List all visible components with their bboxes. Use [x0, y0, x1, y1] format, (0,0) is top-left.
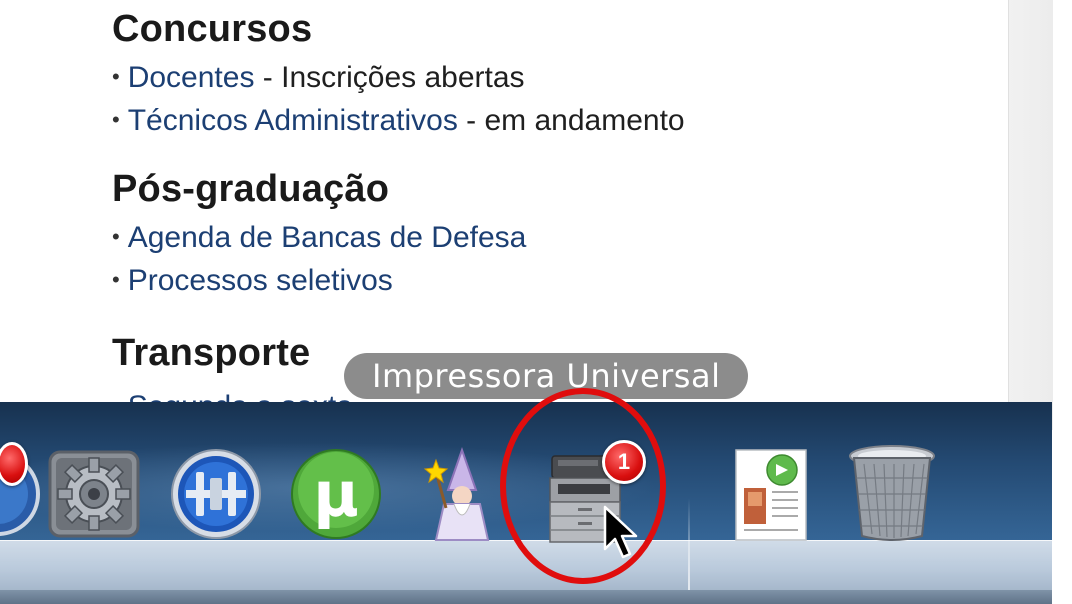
section-pos-graduacao: Pós-graduação • Agenda de Bancas de Defes…	[112, 168, 526, 303]
list-item: • Docentes - Inscrições abertas	[112, 57, 685, 100]
list-item: • Técnicos Administrativos - em andamento	[112, 100, 685, 143]
gear-icon	[48, 450, 140, 538]
link-processos-seletivos[interactable]: Processos seletivos	[128, 264, 393, 297]
item-status: - Inscrições abertas	[254, 61, 525, 94]
mouse-cursor-icon	[602, 505, 642, 566]
dock-item-trash[interactable]	[842, 442, 942, 542]
network-utility-icon	[171, 449, 261, 539]
bullet: •	[112, 107, 120, 133]
dock-item-network-utility[interactable]	[166, 442, 266, 542]
section-concursos: Concursos • Docentes - Inscrições abertas…	[112, 8, 685, 143]
section-title: Transporte	[112, 332, 311, 374]
dock-item-document[interactable]	[722, 442, 822, 542]
link-agenda-bancas[interactable]: Agenda de Bancas de Defesa	[128, 221, 527, 254]
document-icon	[735, 449, 807, 541]
dock: µ	[0, 402, 1052, 604]
dock-tooltip: Impressora Universal	[344, 353, 749, 399]
trash-icon	[849, 445, 935, 541]
section-title: Pós-graduação	[112, 168, 390, 210]
svg-text:µ: µ	[313, 458, 359, 531]
bullet: •	[112, 224, 120, 250]
list-item: • Agenda de Bancas de Defesa	[112, 217, 526, 260]
dock-shelf	[0, 540, 1052, 591]
link-list: • Agenda de Bancas de Defesa • Processos s…	[112, 217, 526, 303]
right-panel	[1008, 0, 1053, 430]
dock-shelf-edge	[0, 590, 1052, 604]
section-transporte: Transporte	[112, 332, 310, 375]
link-docentes[interactable]: Docentes	[128, 61, 255, 94]
section-title: Concursos	[112, 8, 313, 50]
item-status: - em andamento	[457, 104, 685, 138]
dock-item-utorrent[interactable]: µ	[286, 442, 386, 542]
list-item: • Processos seletivos	[112, 260, 526, 303]
bullet: •	[112, 267, 120, 293]
bullet: •	[112, 64, 120, 90]
screen: Concursos • Docentes - Inscrições abertas…	[0, 0, 1072, 604]
utorrent-icon: µ	[291, 449, 381, 539]
dock-separator	[688, 498, 690, 590]
dock-item-wizard[interactable]	[410, 442, 510, 542]
dock-item-system-preferences[interactable]	[44, 442, 144, 542]
wizard-icon	[423, 446, 490, 541]
link-tecnicos[interactable]: Técnicos Administrativos	[128, 104, 458, 137]
link-list: • Docentes - Inscrições abertas • Técnicos…	[112, 57, 685, 143]
notification-badge: 1	[602, 440, 646, 484]
